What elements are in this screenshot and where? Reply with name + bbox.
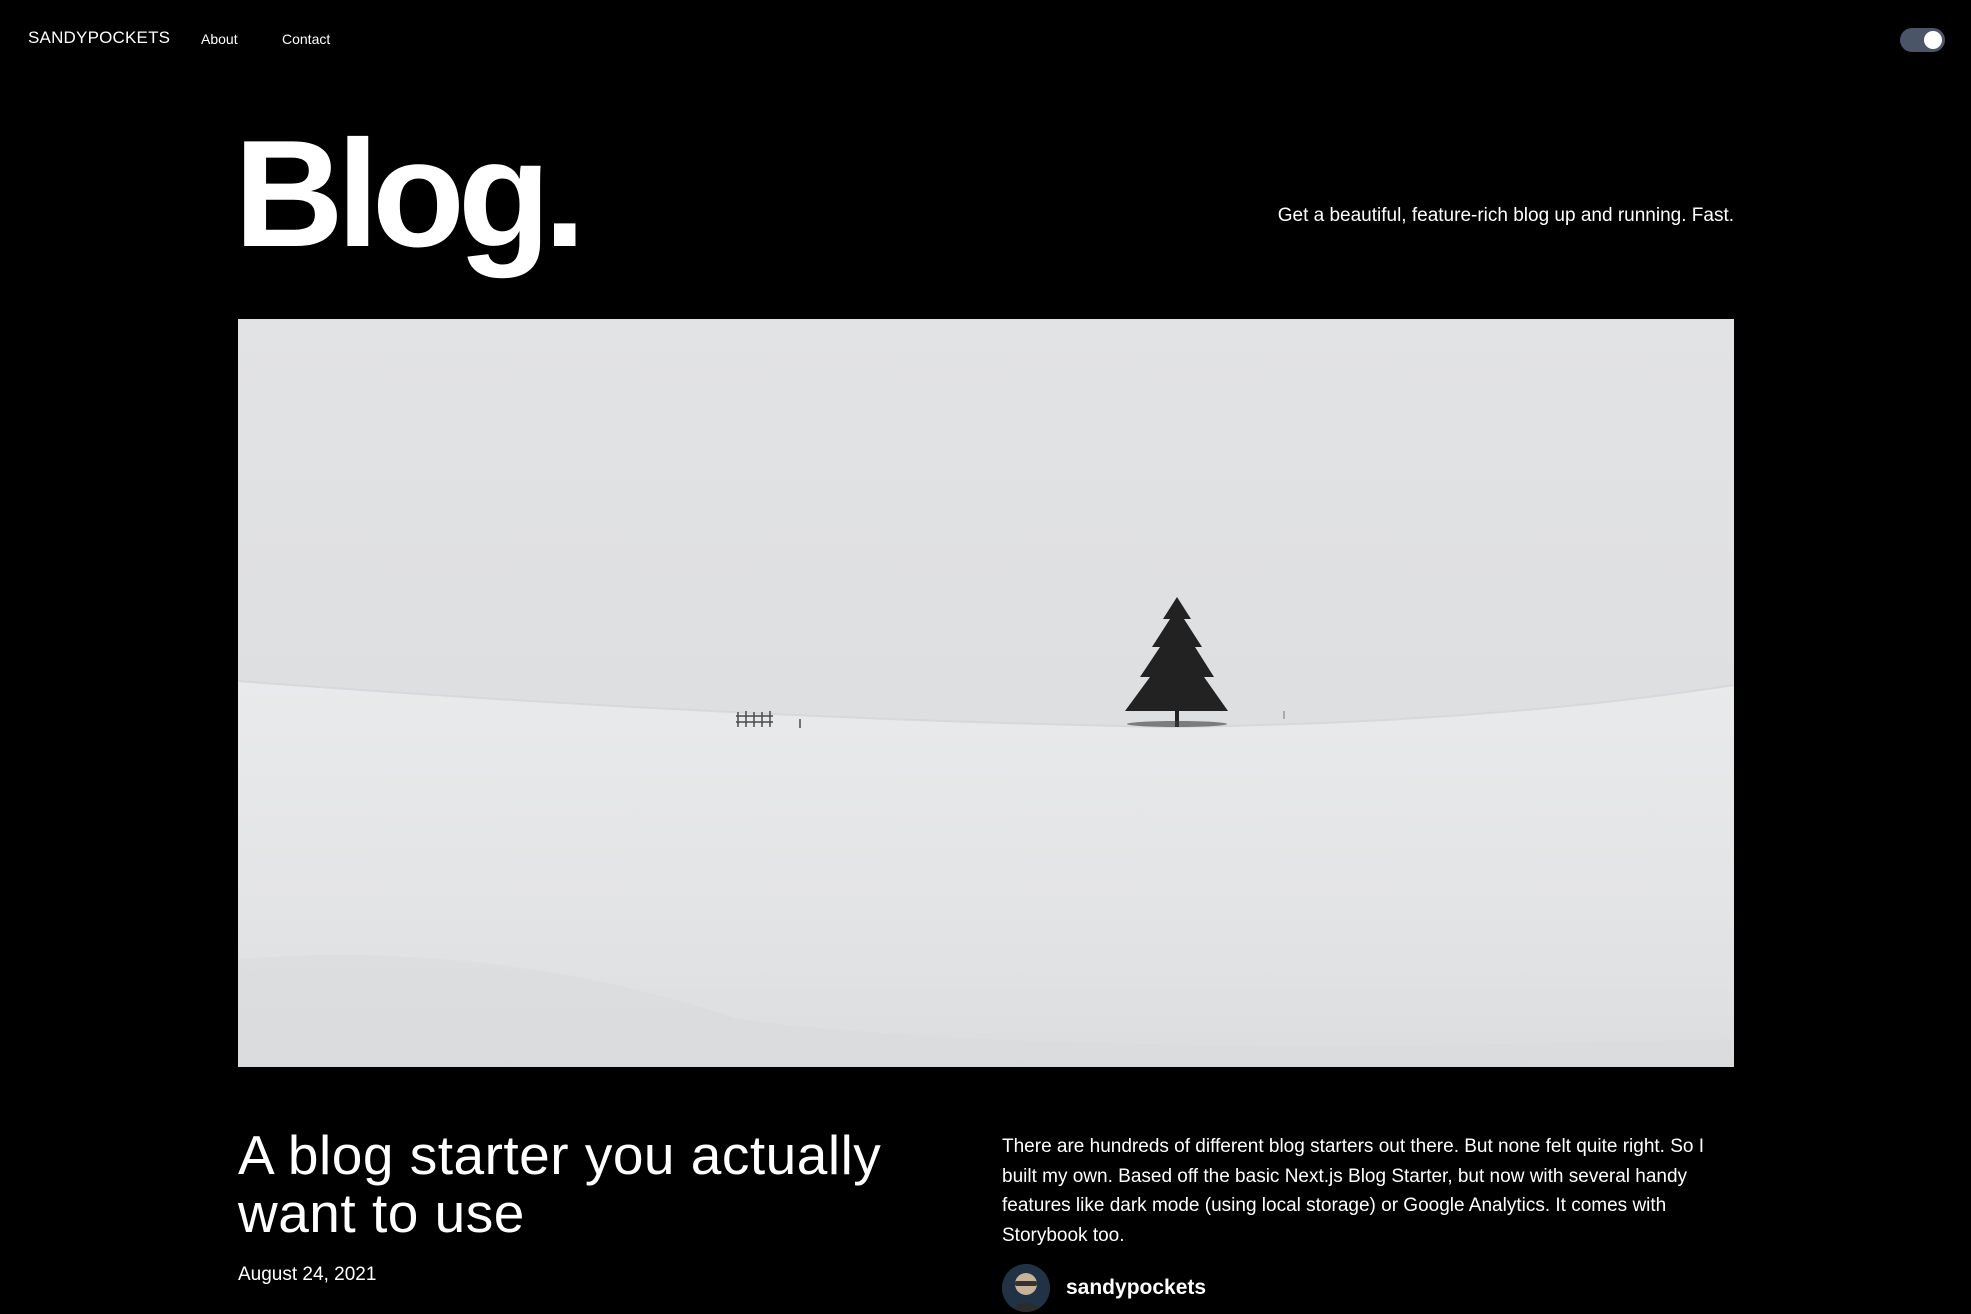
site-header: SANDYPOCKETS About Contact bbox=[0, 0, 1971, 80]
nav-link-contact[interactable]: Contact bbox=[282, 31, 330, 47]
tagline: Get a beautiful, feature-rich blog up an… bbox=[1277, 205, 1734, 226]
author-name: sandypockets bbox=[1066, 1276, 1207, 1299]
post-excerpt: There are hundreds of different blog sta… bbox=[1002, 1136, 1705, 1246]
brand-link[interactable]: SANDYPOCKETS bbox=[28, 28, 170, 48]
cover-image[interactable] bbox=[238, 319, 1734, 1067]
toggle-knob bbox=[1924, 31, 1942, 49]
post-title-link[interactable]: A blog starter you actually want to use bbox=[238, 1126, 978, 1242]
nav-link-about[interactable]: About bbox=[201, 31, 238, 47]
post-date: August 24, 2021 bbox=[238, 1264, 377, 1285]
dark-mode-toggle[interactable] bbox=[1900, 28, 1945, 52]
page-title: Blog. bbox=[234, 109, 586, 279]
avatar bbox=[1002, 1264, 1050, 1312]
